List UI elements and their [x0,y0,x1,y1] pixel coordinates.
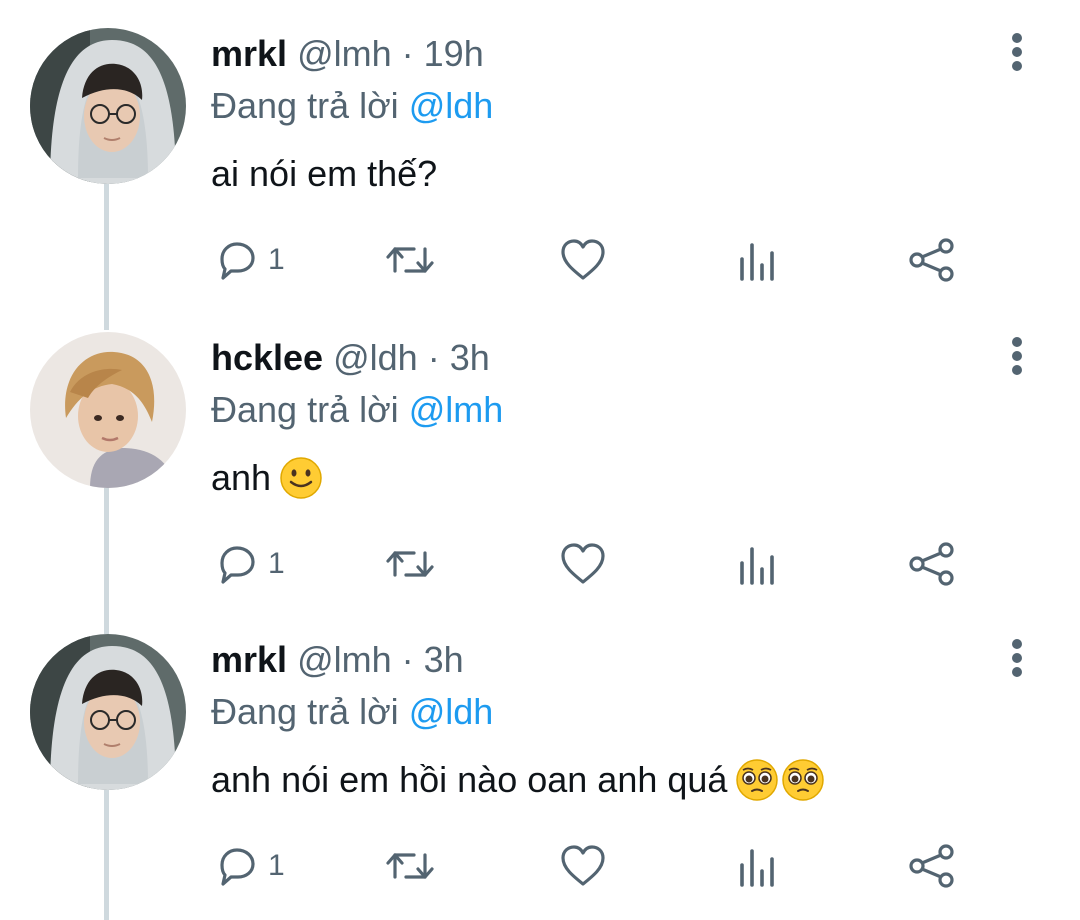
timestamp[interactable]: 19h [424,33,484,74]
reply-button[interactable]: 1 [214,536,285,592]
analytics-button[interactable] [736,838,776,894]
retweet-button[interactable] [384,536,436,592]
analytics-icon [740,243,774,281]
display-name[interactable]: mrkl [211,33,287,74]
retweet-icon [386,551,434,577]
retweet-icon [386,853,434,879]
like-button[interactable] [558,232,608,288]
timeline: mrkl @lmh · 19h Đang trả lời @ldh ai nói… [0,0,1080,920]
tweet[interactable]: mrkl @lmh · 3h Đang trả lời @ldh anh nói… [0,634,1080,920]
retweet-button[interactable] [384,232,436,288]
like-button[interactable] [558,536,608,592]
tweet[interactable]: mrkl @lmh · 19h Đang trả lời @ldh ai nói… [0,28,1080,332]
user-handle[interactable]: @ldh [333,337,418,378]
tweet-text: anh [211,454,323,502]
more-vertical-icon [1012,639,1022,677]
user-handle[interactable]: @lmh [297,33,392,74]
action-bar: 1 [0,232,1080,288]
analytics-button[interactable] [736,232,776,288]
reply-count: 1 [268,547,285,580]
share-button[interactable] [908,838,956,894]
tweet-text-content: ai nói em thế? [211,153,438,194]
reply-count: 1 [268,243,285,276]
reply-button[interactable]: 1 [214,232,285,288]
analytics-icon [740,547,774,585]
reply-button[interactable]: 1 [214,838,285,894]
pleading-face-icon [736,759,779,801]
avatar[interactable] [30,28,186,184]
reply-count: 1 [268,849,285,882]
user-handle[interactable]: @lmh [297,639,392,680]
more-options-button[interactable] [1000,28,1034,76]
tweet-header: mrkl @lmh · 3h [211,636,464,684]
tweet-header: mrkl @lmh · 19h [211,30,484,78]
display-name[interactable]: mrkl [211,639,287,680]
more-options-button[interactable] [1000,634,1034,682]
share-button[interactable] [908,232,956,288]
tweet-text-content: anh [211,457,272,498]
pleading-face-icon [782,759,825,801]
share-icon [909,844,954,888]
heart-icon [561,239,605,280]
display-name[interactable]: hcklee [211,337,323,378]
avatar[interactable] [30,332,186,488]
slightly-smiling-face-icon [280,457,322,499]
replying-to-label: Đang trả lời [211,691,399,732]
tweet-header: hcklee @ldh · 3h [211,334,490,382]
reply-icon [220,546,255,584]
more-vertical-icon [1012,337,1022,375]
retweet-button[interactable] [384,838,436,894]
mention-link[interactable]: @ldh [409,691,494,732]
analytics-icon [740,849,774,887]
share-icon [909,542,954,586]
separator: · [401,33,414,74]
separator: · [401,639,414,680]
tweet[interactable]: hcklee @ldh · 3h Đang trả lời @lmh anh 1 [0,332,1080,636]
tweet-text-content: anh nói em hồi nào oan anh quá [211,759,728,800]
retweet-icon [386,247,434,273]
action-bar: 1 [0,536,1080,592]
reply-icon [220,848,255,886]
tweet-text: anh nói em hồi nào oan anh quá [211,756,825,804]
share-icon [909,238,954,282]
avatar[interactable] [30,634,186,790]
analytics-button[interactable] [736,536,776,592]
timestamp[interactable]: 3h [450,337,490,378]
action-bar: 1 [0,838,1080,894]
replying-to-label: Đang trả lời [211,389,399,430]
tweet-text: ai nói em thế? [211,150,437,198]
replying-to: Đang trả lời @ldh [211,82,493,130]
heart-icon [561,845,605,886]
reply-icon [220,242,255,280]
more-vertical-icon [1012,33,1022,71]
mention-link[interactable]: @lmh [409,389,504,430]
heart-icon [561,543,605,584]
share-button[interactable] [908,536,956,592]
more-options-button[interactable] [1000,332,1034,380]
timestamp[interactable]: 3h [424,639,464,680]
like-button[interactable] [558,838,608,894]
replying-to: Đang trả lời @lmh [211,386,503,434]
mention-link[interactable]: @ldh [409,85,494,126]
separator: · [427,337,440,378]
replying-to-label: Đang trả lời [211,85,399,126]
replying-to: Đang trả lời @ldh [211,688,493,736]
